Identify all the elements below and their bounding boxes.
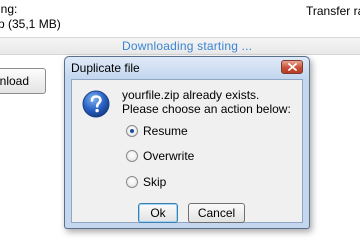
dialog-message-line1: yourfile.zip already exists. [122,88,260,102]
dialog-titlebar[interactable]: Duplicate file [65,57,309,79]
duplicate-file-dialog: Duplicate file yourfile.zip already exis… [64,56,310,229]
radio-skip[interactable] [126,176,138,188]
cancel-button[interactable]: Cancel [188,203,245,223]
question-icon [82,90,110,118]
radio-overwrite[interactable] [126,150,138,162]
dialog-body: yourfile.zip already exists. Please choo… [71,79,303,223]
transfer-rate-label: Transfer rat [306,4,360,18]
option-overwrite-label: Overwrite [143,149,195,163]
dialog-title: Duplicate file [71,61,140,75]
close-button[interactable] [281,60,303,74]
dialog-message-line2: Please choose an action below: [122,102,291,116]
download-status-text: Downloading starting ... [122,39,253,53]
option-skip-label: Skip [143,175,167,189]
option-resume[interactable]: Resume [126,124,188,138]
option-skip[interactable]: Skip [126,175,166,189]
ok-button[interactable]: Ok [138,203,178,223]
option-resume-label: Resume [143,124,188,138]
download-button[interactable]: wnload [0,68,46,94]
close-icon [287,63,297,71]
option-overwrite[interactable]: Overwrite [126,149,194,163]
radio-resume[interactable] [126,125,138,137]
file-size-fragment: p (35,1 MB) [0,17,61,31]
file-label-fragment: ing: [0,2,18,16]
